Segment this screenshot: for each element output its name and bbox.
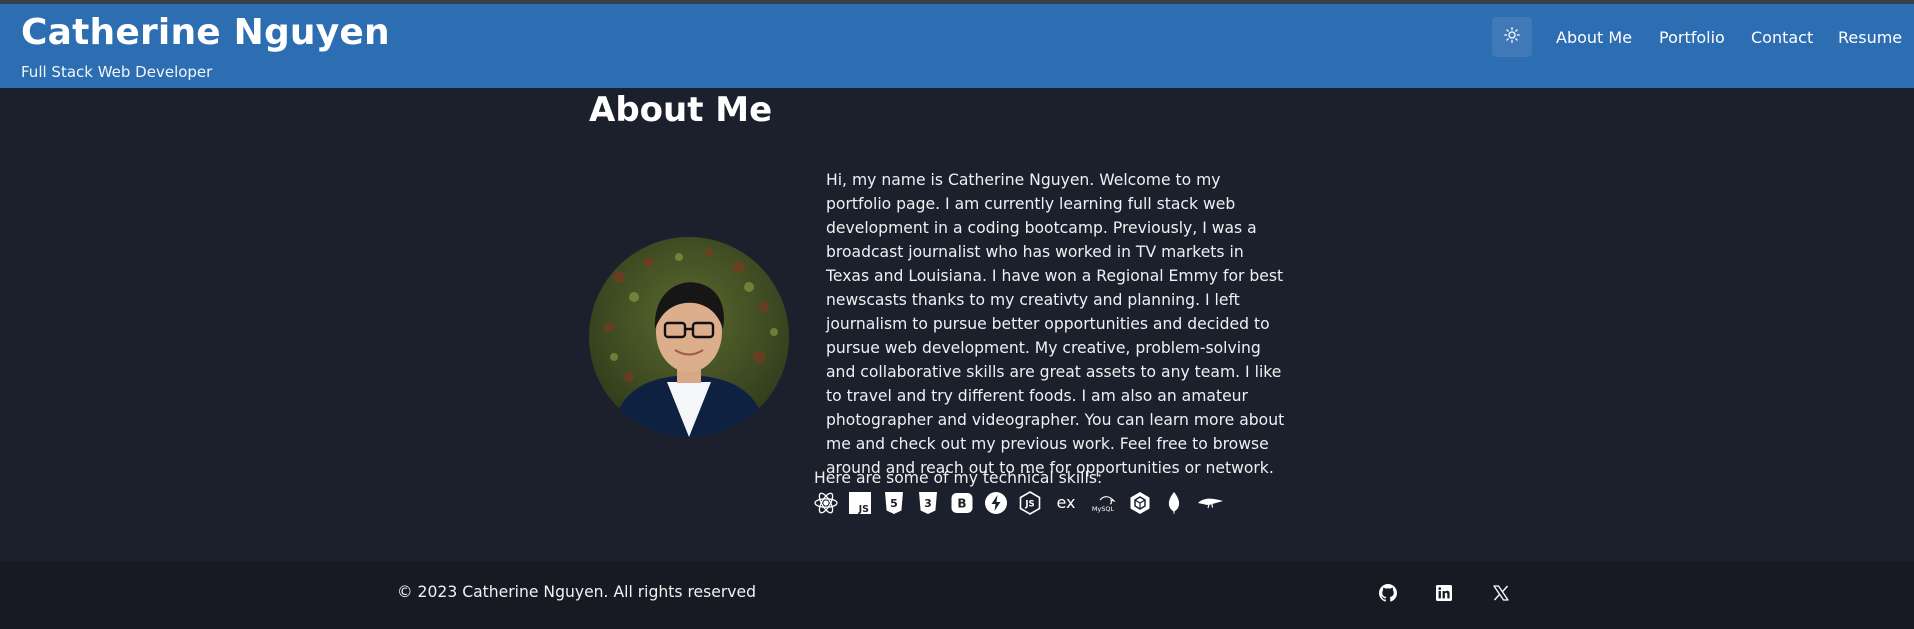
site-footer: © 2023 Catherine Nguyen. All rights rese… <box>0 561 1914 629</box>
svg-text:ex: ex <box>1056 493 1075 512</box>
about-bio: Hi, my name is Catherine Nguyen. Welcome… <box>826 171 1285 477</box>
site-header: Catherine Nguyen Full Stack Web Develope… <box>0 4 1914 88</box>
linkedin-link[interactable] <box>1432 583 1456 607</box>
react-icon <box>814 491 838 515</box>
site-title[interactable]: Catherine Nguyen <box>21 12 390 53</box>
mysql-icon: MySQL <box>1090 491 1118 515</box>
bolt-icon <box>984 491 1008 515</box>
html5-icon: 5 <box>882 491 906 515</box>
x-twitter-link[interactable] <box>1489 583 1513 607</box>
svg-text:5: 5 <box>890 497 898 510</box>
svg-text:MySQL: MySQL <box>1092 505 1115 513</box>
mongodb-icon <box>1162 491 1186 515</box>
javascript-icon: JS <box>848 491 872 515</box>
nodejs-icon: JS <box>1018 491 1042 515</box>
nav-about-me[interactable]: About Me <box>1556 28 1632 47</box>
bootstrap-icon: B <box>950 491 974 515</box>
svg-text:JS: JS <box>858 504 870 515</box>
nav-portfolio[interactable]: Portfolio <box>1659 28 1725 47</box>
express-icon: ex <box>1052 491 1080 515</box>
skills-label: Here are some of my technical skills: <box>814 469 1103 487</box>
profile-photo <box>589 237 789 437</box>
github-icon <box>1379 584 1397 606</box>
css3-icon: 3 <box>916 491 940 515</box>
skills-icons: JS 5 3 B JS ex MySQL <box>814 490 1224 516</box>
linkedin-icon <box>1436 585 1452 605</box>
mongoose-icon <box>1196 491 1224 515</box>
nav-contact[interactable]: Contact <box>1751 28 1813 47</box>
svg-text:JS: JS <box>1024 500 1034 510</box>
svg-text:B: B <box>957 497 966 511</box>
about-heading: About Me <box>589 90 773 130</box>
sequelize-icon <box>1128 491 1152 515</box>
sun-icon <box>1504 27 1520 47</box>
copyright-text: © 2023 Catherine Nguyen. All rights rese… <box>397 583 756 601</box>
github-link[interactable] <box>1376 583 1400 607</box>
x-twitter-icon <box>1493 585 1509 605</box>
nav-resume[interactable]: Resume <box>1838 28 1902 47</box>
theme-toggle-button[interactable] <box>1492 17 1532 57</box>
svg-text:3: 3 <box>924 497 932 510</box>
site-subtitle: Full Stack Web Developer <box>21 63 213 81</box>
